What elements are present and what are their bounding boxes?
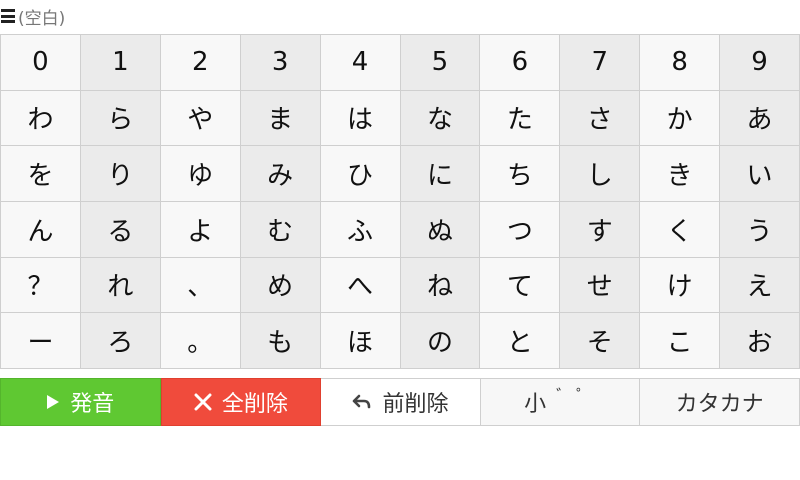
key-r1-c8[interactable]: か (640, 90, 721, 147)
backspace-button[interactable]: 前削除 (321, 378, 481, 426)
key-r4-c2[interactable]: 、 (160, 257, 241, 314)
key-r4-c1[interactable]: れ (80, 257, 161, 314)
key-r0-c2[interactable]: 2 (160, 35, 241, 91)
key-r5-c9[interactable]: お (720, 313, 800, 369)
close-icon (194, 393, 212, 411)
key-r4-c4[interactable]: へ (320, 257, 401, 314)
kana-keyboard: 0123456789 わらやまはなたさかあをりゆみひにちしきいんるよむふぬつすくう… (0, 34, 800, 369)
key-r4-c6[interactable]: て (480, 257, 561, 314)
key-r0-c5[interactable]: 5 (400, 35, 481, 91)
key-r1-c3[interactable]: ま (240, 90, 321, 147)
key-r2-c3[interactable]: み (240, 146, 321, 202)
key-r5-c3[interactable]: も (240, 313, 321, 369)
key-r2-c0[interactable]: を (1, 146, 81, 202)
key-r2-c4[interactable]: ひ (320, 146, 401, 202)
key-r4-c5[interactable]: ね (400, 257, 481, 314)
key-r3-c4[interactable]: ふ (320, 202, 401, 258)
key-r1-c2[interactable]: や (160, 90, 241, 147)
key-r3-c1[interactable]: る (80, 202, 161, 258)
key-r5-c8[interactable]: こ (640, 313, 721, 369)
key-r3-c6[interactable]: つ (480, 202, 561, 258)
key-r3-c3[interactable]: む (240, 202, 321, 258)
text-display: (空白) (18, 8, 66, 29)
key-r5-c4[interactable]: ほ (320, 313, 401, 369)
top-bar: (空白) (0, 0, 800, 32)
key-r0-c1[interactable]: 1 (80, 35, 161, 91)
key-r2-c8[interactable]: き (640, 146, 721, 202)
key-r0-c4[interactable]: 4 (320, 35, 401, 91)
key-r1-c0[interactable]: わ (1, 90, 81, 147)
key-r0-c0[interactable]: 0 (1, 35, 81, 91)
dakuten-marks: ゛゜ (556, 386, 597, 405)
key-r5-c0[interactable]: ー (1, 313, 81, 369)
key-r0-c3[interactable]: 3 (240, 35, 321, 91)
key-r4-c7[interactable]: せ (560, 257, 641, 314)
key-r4-c0[interactable]: ？ (1, 257, 81, 314)
key-r1-c7[interactable]: さ (560, 90, 641, 147)
key-r2-c5[interactable]: に (400, 146, 481, 202)
key-r2-c9[interactable]: い (720, 146, 800, 202)
key-r1-c6[interactable]: た (480, 90, 561, 147)
speak-label: 発音 (70, 392, 115, 417)
play-icon (46, 394, 60, 410)
key-r0-c8[interactable]: 8 (640, 35, 721, 91)
key-r0-c6[interactable]: 6 (480, 35, 561, 91)
key-r2-c6[interactable]: ち (480, 146, 561, 202)
katakana-button[interactable]: カタカナ (640, 378, 800, 426)
katakana-label: カタカナ (675, 392, 764, 417)
key-r0-c7[interactable]: 7 (560, 35, 641, 91)
key-r2-c2[interactable]: ゆ (160, 146, 241, 202)
key-r4-c3[interactable]: め (240, 257, 321, 314)
key-r4-c8[interactable]: け (640, 257, 721, 314)
key-r1-c9[interactable]: あ (720, 90, 800, 147)
key-r4-c9[interactable]: え (720, 257, 800, 314)
key-r3-c5[interactable]: ぬ (400, 202, 481, 258)
key-r5-c5[interactable]: の (400, 313, 481, 369)
key-r3-c2[interactable]: よ (160, 202, 241, 258)
key-r3-c7[interactable]: す (560, 202, 641, 258)
action-bar: 発音 全削除 前削除 小 ゛゜ カタカナ (0, 378, 800, 426)
key-r1-c4[interactable]: は (320, 90, 401, 147)
small-dakuten-button[interactable]: 小 ゛゜ (480, 378, 641, 426)
key-r2-c1[interactable]: り (80, 146, 161, 202)
key-r5-c2[interactable]: 。 (160, 313, 241, 369)
key-r3-c8[interactable]: く (640, 202, 721, 258)
key-r3-c9[interactable]: う (720, 202, 800, 258)
key-r0-c9[interactable]: 9 (720, 35, 800, 91)
clear-all-label: 全削除 (221, 392, 288, 417)
key-r5-c7[interactable]: そ (560, 313, 641, 369)
key-r2-c7[interactable]: し (560, 146, 641, 202)
key-r1-c5[interactable]: な (400, 90, 481, 147)
key-r3-c0[interactable]: ん (1, 202, 81, 258)
small-label: 小 (524, 392, 547, 417)
key-r1-c1[interactable]: ら (80, 90, 161, 147)
key-r5-c6[interactable]: と (480, 313, 561, 369)
key-r5-c1[interactable]: ろ (80, 313, 161, 369)
speak-button[interactable]: 発音 (0, 378, 161, 426)
undo-arrow-icon (352, 394, 372, 410)
menu-icon[interactable] (1, 9, 15, 23)
backspace-label: 前削除 (382, 392, 449, 417)
clear-all-button[interactable]: 全削除 (160, 378, 322, 426)
